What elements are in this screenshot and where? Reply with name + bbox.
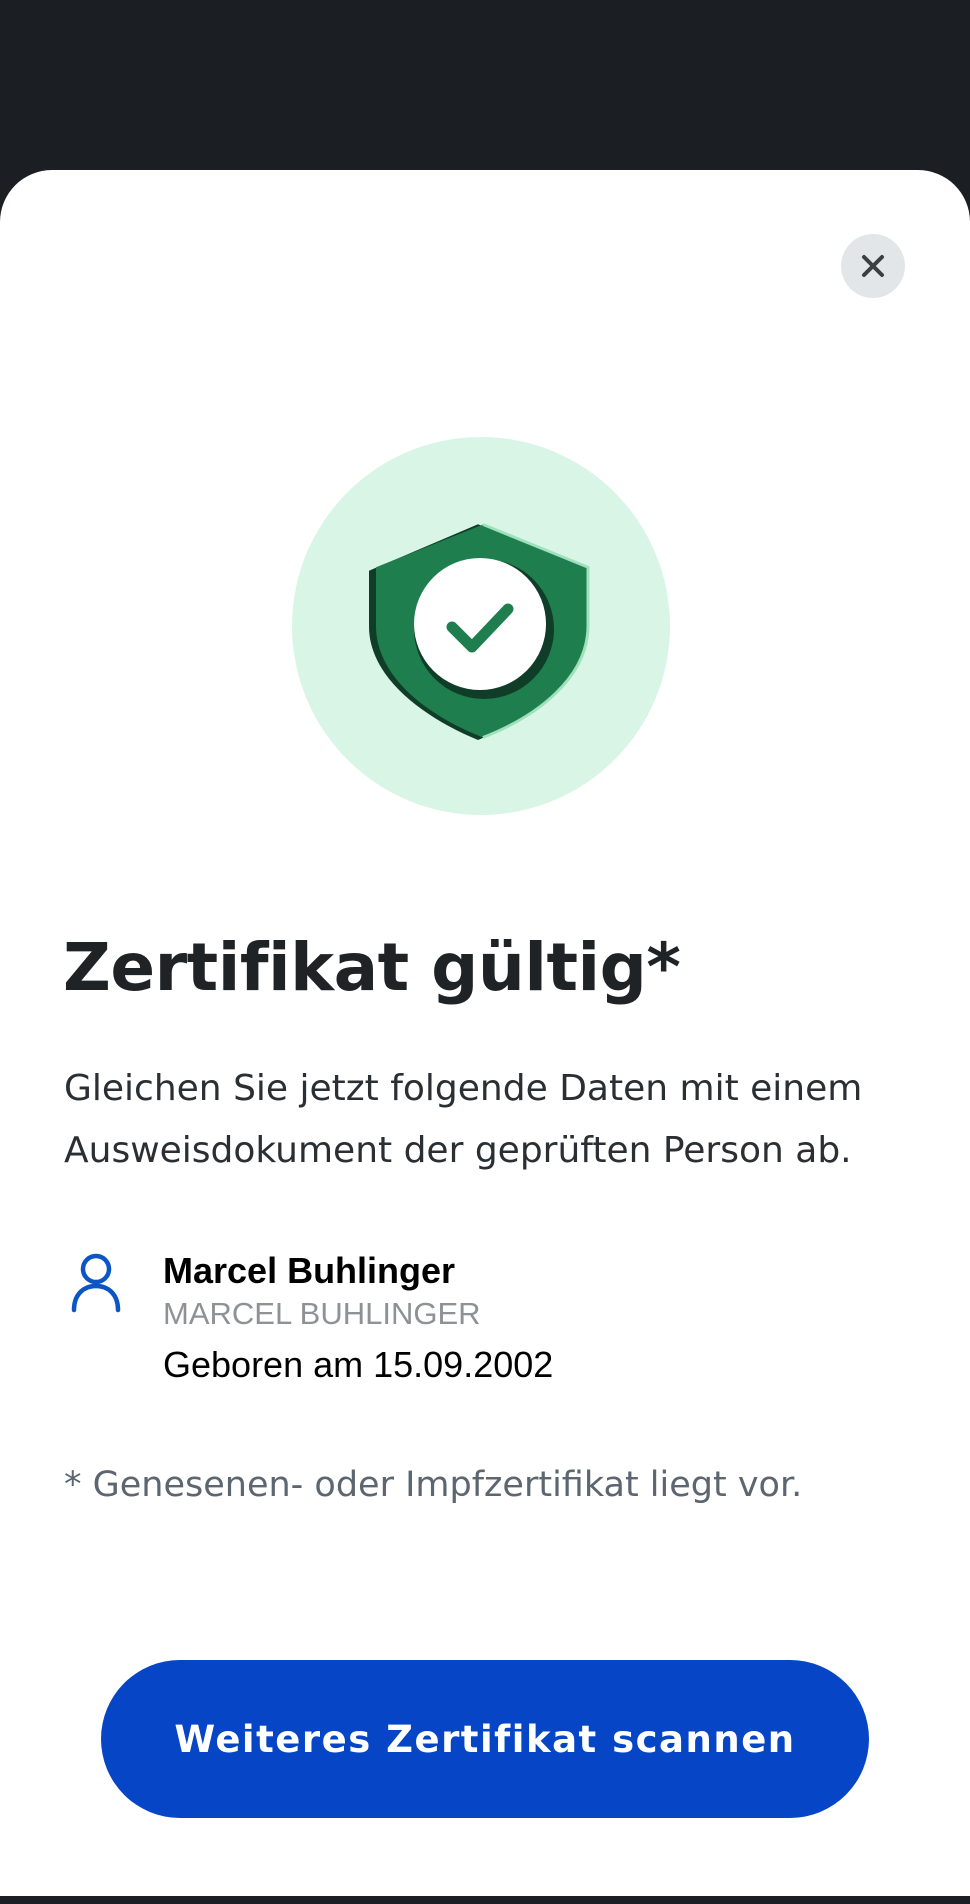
app-screen: Zertifikat gültig* Gleichen Sie jetzt fo… — [0, 0, 970, 1904]
result-sheet — [0, 170, 970, 1896]
scan-another-certificate-button[interactable]: Weiteres Zertifikat scannen — [101, 1660, 869, 1818]
person-name: Marcel Buhlinger — [163, 1250, 456, 1291]
instruction-text: Gleichen Sie jetzt folgende Daten mit ei… — [64, 1068, 863, 1171]
close-icon — [862, 255, 884, 277]
person-icon — [71, 1253, 121, 1313]
page-title: Zertifikat gültig* — [63, 929, 681, 1006]
close-button[interactable] — [841, 234, 905, 298]
shield-check-icon — [369, 523, 590, 740]
person-name-uppercase: MARCEL BUHLINGER — [163, 1296, 481, 1331]
status-illustration — [292, 437, 670, 815]
footnote-text: * Genesenen- oder Impfzertifikat liegt v… — [64, 1465, 803, 1505]
person-birth-date: Geboren am 15.09.2002 — [163, 1344, 554, 1385]
